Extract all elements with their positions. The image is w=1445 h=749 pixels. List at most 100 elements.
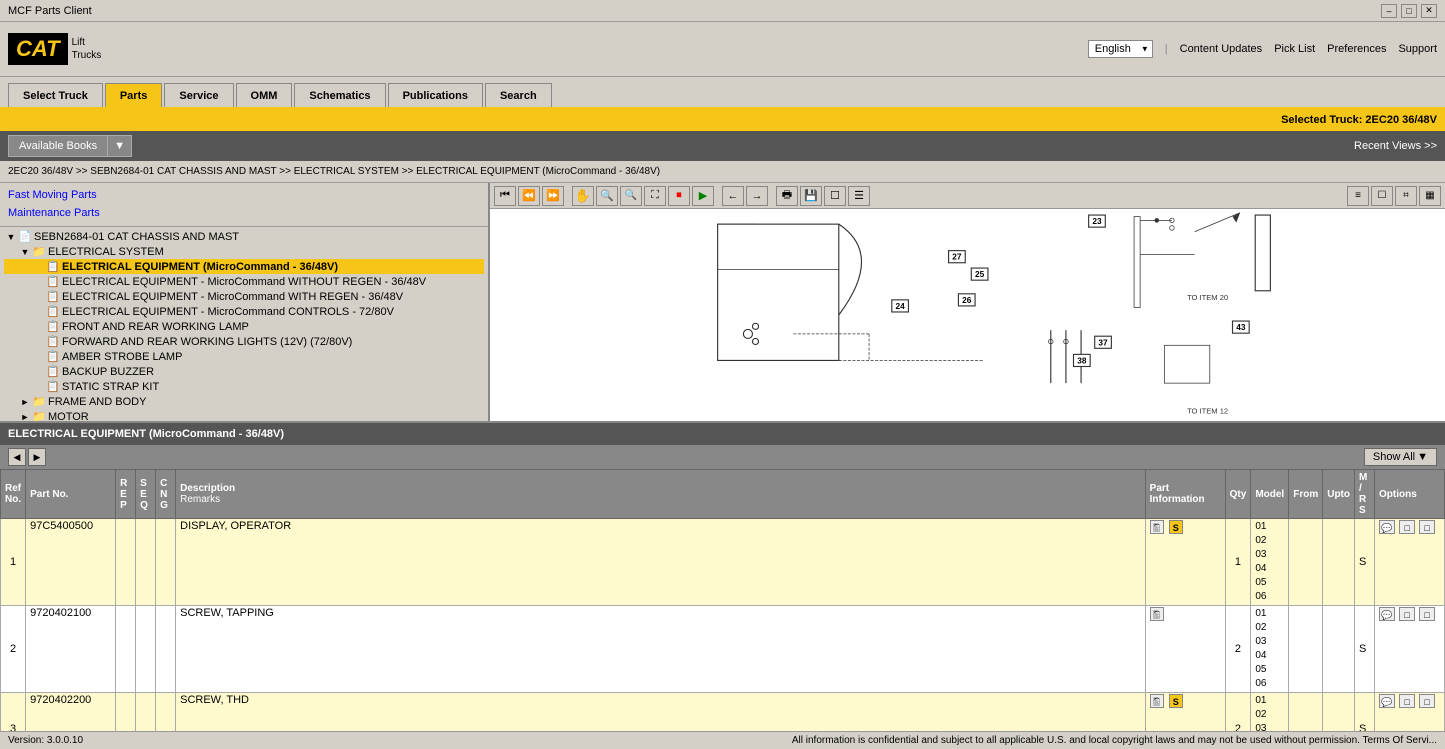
bottom-left-buttons: ◀ ▶ [8,448,46,466]
go-button[interactable]: ▶ [692,186,714,206]
tree-item-front-lamp[interactable]: 📋 FRONT AND REAR WORKING LAMP [4,319,484,334]
cabinet-shape [718,224,839,360]
cart-icon[interactable]: □ [1399,520,1415,534]
top-bar: CAT LiftTrucks English | Content Updates… [0,22,1445,77]
cell-partinfo[interactable]: 🖺 S [1145,693,1225,732]
language-selector[interactable]: English [1088,40,1153,58]
info-icon[interactable]: 🖺 [1150,694,1164,708]
content-updates-link[interactable]: Content Updates [1180,43,1263,55]
tree-item-controls[interactable]: 📋 ELECTRICAL EQUIPMENT - MicroCommand CO… [4,304,484,319]
tree-item-static[interactable]: 📋 STATIC STRAP KIT [4,379,484,394]
show-all-button[interactable]: Show All ▼ [1364,448,1437,466]
minimize-button[interactable]: – [1381,4,1397,18]
recent-views-link[interactable]: Recent Views >> [1354,140,1437,152]
tree-area[interactable]: ▼ 📄 SEBN2684-01 CAT CHASSIS AND MAST ▼ 📁… [0,227,488,421]
pick-list-link[interactable]: Pick List [1274,43,1315,55]
tree-item-elec-system[interactable]: ▼ 📁 ELECTRICAL SYSTEM [4,244,484,259]
language-dropdown[interactable]: English [1088,40,1153,58]
col-header-seq: SEQ [136,470,156,519]
tree-item-forward-lights[interactable]: 📋 FORWARD AND REAR WORKING LIGHTS (12V) … [4,334,484,349]
info-icon[interactable]: 🖺 [1150,607,1164,621]
page-prev-button[interactable]: ⏪ [518,186,540,206]
nav-forward-button[interactable]: → [746,186,768,206]
separator: | [1165,43,1168,55]
tab-schematics[interactable]: Schematics [294,83,385,107]
cell-options[interactable]: 💬 □ □ [1375,606,1445,693]
preferences-link[interactable]: Preferences [1327,43,1386,55]
cell-partno: 97C5400500 [26,519,116,606]
selected-truck-label: Selected Truck: 2EC20 36/48V [1281,114,1437,126]
hand-tool-button[interactable]: ✋ [572,186,594,206]
restore-button[interactable]: □ [1401,4,1417,18]
show-all-chevron: ▼ [1417,451,1428,463]
list-icon[interactable]: □ [1419,694,1435,708]
fast-moving-parts-link[interactable]: Fast Moving Parts [8,187,480,205]
more-button[interactable]: ☰ [848,186,870,206]
support-link[interactable]: Support [1398,43,1437,55]
tab-search[interactable]: Search [485,83,552,107]
tree-item-backup[interactable]: 📋 BACKUP BUZZER [4,364,484,379]
connector1 [743,329,752,338]
cell-desc: DISPLAY, OPERATOR [176,519,1146,606]
tree-item-elec-equip-mc[interactable]: 📋 ELECTRICAL EQUIPMENT (MicroCommand - 3… [4,259,484,274]
cell-partinfo[interactable]: 🖺 [1145,606,1225,693]
expander-icon [32,262,46,272]
print-button[interactable]: 🖶 [776,186,798,206]
tree-item-amber[interactable]: 📋 AMBER STROBE LAMP [4,349,484,364]
view-detail-button[interactable]: ⌗ [1395,186,1417,206]
tree-item-no-regen[interactable]: 📋 ELECTRICAL EQUIPMENT - MicroCommand WI… [4,274,484,289]
cell-rep [116,519,136,606]
stop-button[interactable]: ⏹ [668,186,690,206]
comment-icon[interactable]: 💬 [1379,694,1395,708]
view-split-button[interactable]: ▦ [1419,186,1441,206]
s-badge[interactable]: S [1169,520,1183,534]
cell-options[interactable]: 💬 □ □ [1375,693,1445,732]
comment-icon[interactable]: 💬 [1379,607,1395,621]
page-next-button[interactable]: ⏩ [542,186,564,206]
tab-select-truck[interactable]: Select Truck [8,83,103,107]
tab-omm[interactable]: OMM [236,83,293,107]
s-badge[interactable]: S [1169,694,1183,708]
folder-icon: 📁 [32,410,46,421]
tree-item-sebn2684[interactable]: ▼ 📄 SEBN2684-01 CAT CHASSIS AND MAST [4,229,484,244]
info-icon[interactable]: 🖺 [1150,520,1164,534]
col-header-mrs: M/RS [1355,470,1375,519]
cell-seq [136,693,156,732]
label-26-text: 26 [962,295,972,305]
tab-publications[interactable]: Publications [388,83,483,107]
tab-parts[interactable]: Parts [105,83,163,107]
zoom-window-button[interactable]: ☐ [824,186,846,206]
cart-icon[interactable]: □ [1399,694,1415,708]
expander-icon [32,367,46,377]
col-header-rep: REP [116,470,136,519]
save-button[interactable]: 💾 [800,186,822,206]
nav-back-button[interactable]: ← [722,186,744,206]
tree-item-regen[interactable]: 📋 ELECTRICAL EQUIPMENT - MicroCommand WI… [4,289,484,304]
cell-partinfo[interactable]: 🖺 S [1145,519,1225,606]
tab-service[interactable]: Service [164,83,233,107]
close-button[interactable]: ✕ [1421,4,1437,18]
page-first-button[interactable]: ⏮ [494,186,516,206]
view-list-button[interactable]: ≡ [1347,186,1369,206]
list-icon[interactable]: □ [1419,520,1435,534]
comment-icon[interactable]: 💬 [1379,520,1395,534]
available-books-dropdown-button[interactable]: ▼ [108,135,132,157]
fit-page-button[interactable]: ⛶ [644,186,666,206]
expander-icon [32,277,46,287]
list-icon[interactable]: □ [1419,607,1435,621]
tree-item-frame[interactable]: ► 📁 FRAME AND BODY [4,394,484,409]
zoom-in-button[interactable]: 🔍 [596,186,618,206]
tree-item-motor[interactable]: ► 📁 MOTOR [4,409,484,421]
zoom-out-button[interactable]: 🔍 [620,186,642,206]
cart-icon[interactable]: □ [1399,607,1415,621]
col-header-ref: RefNo. [1,470,26,519]
bottom-btn-left[interactable]: ◀ [8,448,26,466]
cell-options[interactable]: 💬 □ □ [1375,519,1445,606]
tree-label: ELECTRICAL EQUIPMENT - MicroCommand WITH… [62,276,426,288]
view-grid-button[interactable]: ☐ [1371,186,1393,206]
parts-table-wrapper[interactable]: RefNo. Part No. REP SEQ CNG DescriptionR… [0,469,1445,731]
maintenance-parts-link[interactable]: Maintenance Parts [8,205,480,223]
available-books-button[interactable]: Available Books [8,135,108,157]
window-controls: – □ ✕ [1381,4,1437,18]
bottom-btn-right[interactable]: ▶ [28,448,46,466]
